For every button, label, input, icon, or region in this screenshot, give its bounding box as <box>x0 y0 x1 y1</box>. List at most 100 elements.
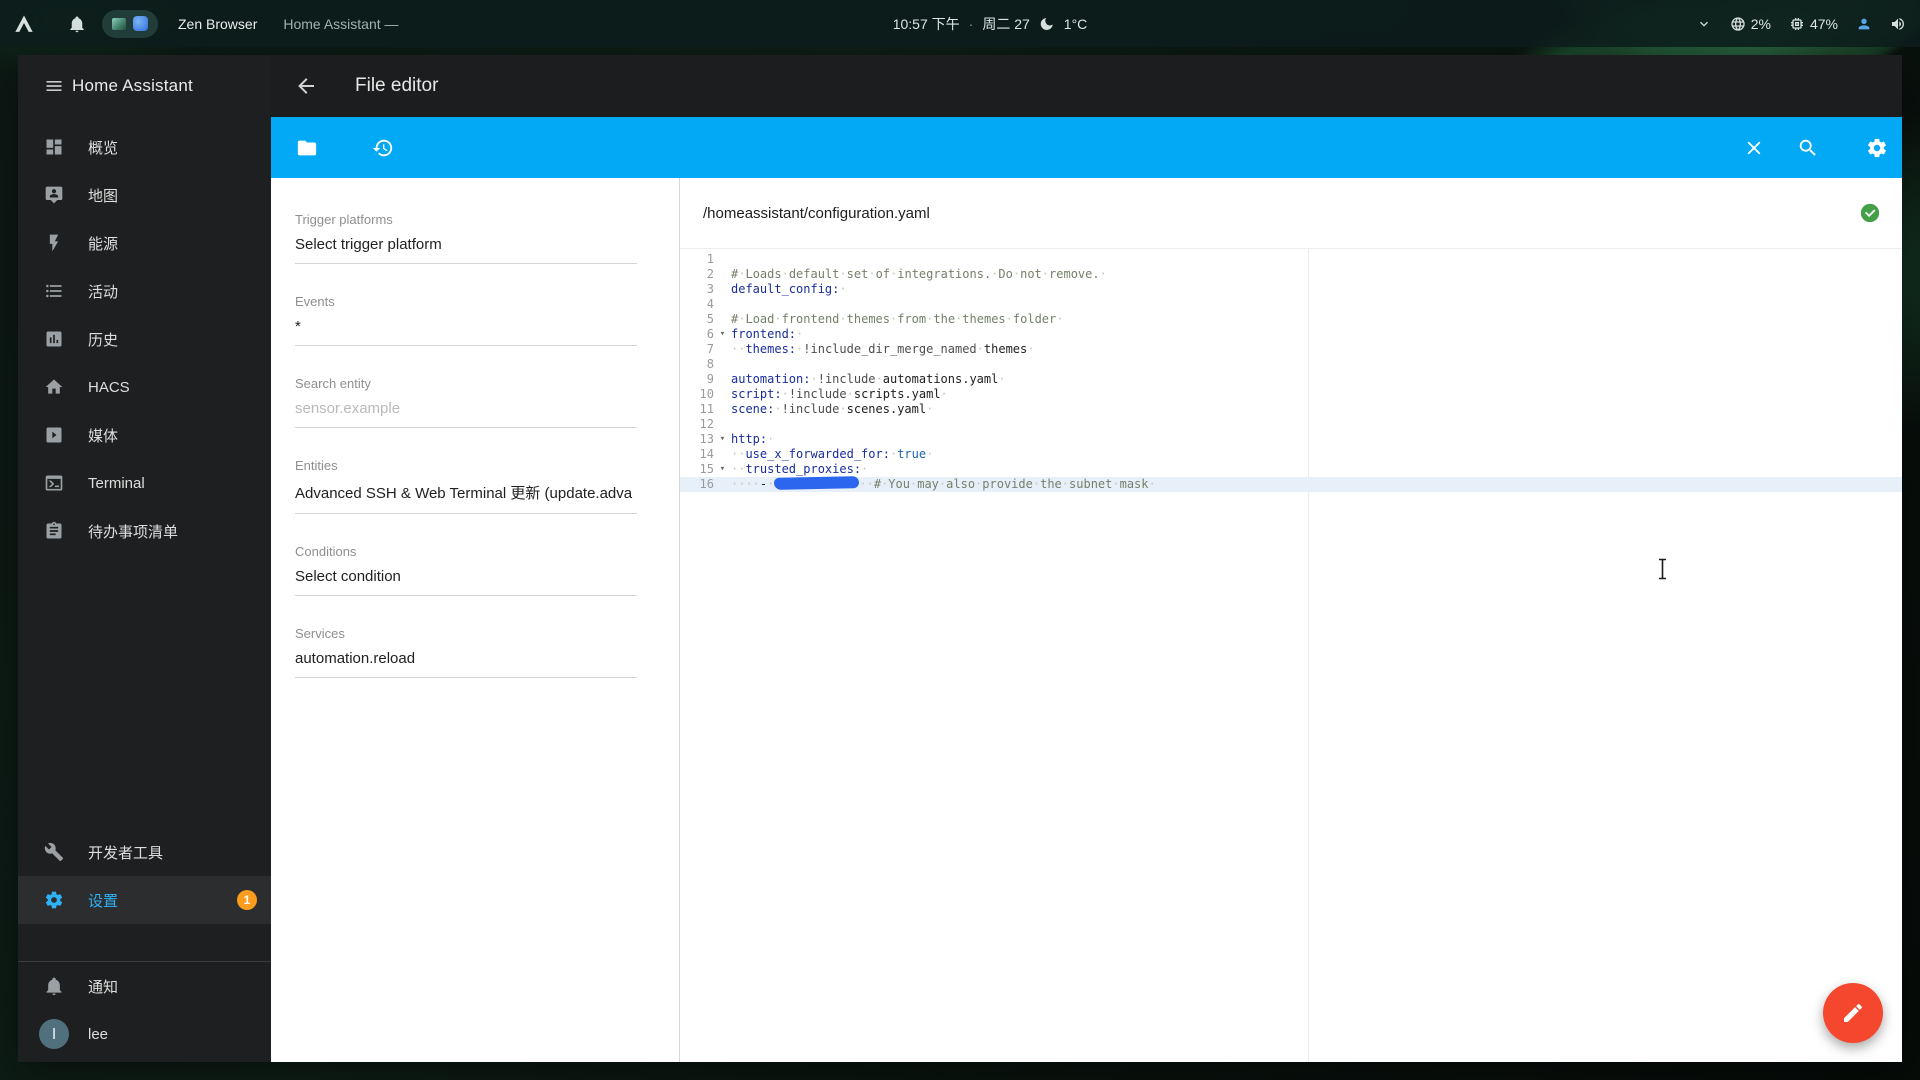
folder-browse-icon[interactable] <box>296 137 318 159</box>
code-line-7[interactable]: 7 ··themes:·!include_dir_merge_named·them… <box>680 342 1902 357</box>
code-line-11[interactable]: 11 scene:·!include·scenes.yaml· <box>680 402 1902 417</box>
sidebar-item-notifications[interactable]: 通知 <box>18 962 271 1010</box>
whitespace-dot: · <box>940 387 948 401</box>
conditions-label: Conditions <box>295 544 357 559</box>
events-label: Events <box>295 294 335 309</box>
code-line-3[interactable]: 3 default_config:· <box>680 282 1902 297</box>
fold-gutter <box>714 312 731 327</box>
code-text: #·Load·frontend·themes·from·the·themes·f… <box>731 312 1064 326</box>
code-text: ··use_x_forwarded_for:·true· <box>731 447 934 461</box>
sidebar-item-label: 活动 <box>88 283 119 301</box>
fold-gutter <box>714 342 731 357</box>
page-title: File editor <box>355 75 439 96</box>
whitespace-dot: · <box>781 267 789 281</box>
code-line-2[interactable]: 2 #·Loads·default·set·of·integrations.·Do… <box>680 267 1902 282</box>
redaction-scribble <box>774 476 860 490</box>
line-number: 2 <box>706 267 714 281</box>
sidebar-item-map[interactable]: 地图 <box>18 171 271 219</box>
edit-fab-button[interactable] <box>1823 983 1883 1043</box>
code-line-15[interactable]: 15 ▾ ··trusted_proxies:· <box>680 462 1902 477</box>
clock-widget[interactable]: 10:57 下午 · 周二 27 1°C <box>893 14 1088 34</box>
search-icon[interactable] <box>1797 137 1819 159</box>
whitespace-dot: · <box>1032 477 1041 491</box>
profile-name: lee <box>88 1025 109 1043</box>
sidebar-item-label: 历史 <box>88 331 119 349</box>
play-box-icon <box>44 425 64 445</box>
sidebar-item-media[interactable]: 媒体 <box>18 411 271 459</box>
clock-time: 10:57 下午 <box>892 15 960 32</box>
sidebar-item-settings[interactable]: 设置 1 <box>18 876 271 924</box>
code-line-5[interactable]: 5 #·Load·frontend·themes·from·the·themes·… <box>680 312 1902 327</box>
whitespace-dot: ·· <box>731 447 746 461</box>
fold-arrow-icon[interactable]: ▾ <box>714 327 731 342</box>
conditions-select[interactable]: Select condition▼ <box>295 568 637 596</box>
services-select[interactable]: automation.reload▼ <box>295 650 637 678</box>
code-line-12[interactable]: 12 <box>680 417 1902 432</box>
code-line-14[interactable]: 14 ··use_x_forwarded_for:·true· <box>680 447 1902 462</box>
sidebar-item-energy[interactable]: 能源 <box>18 219 271 267</box>
user-tray-icon[interactable] <box>1856 16 1872 32</box>
form-fields: Trigger platforms Select trigger platform… <box>295 212 637 678</box>
sidebar-item-label: 待办事项清单 <box>88 523 179 541</box>
sidebar-item-history[interactable]: 历史 <box>18 315 271 363</box>
sidebar-item-terminal[interactable]: Terminal <box>18 459 271 507</box>
tray-expand-chevron-icon[interactable] <box>1696 16 1712 32</box>
back-arrow-icon[interactable] <box>294 74 318 98</box>
sidebar-toggle-icon[interactable] <box>44 76 64 96</box>
code-editor[interactable]: 1 2 #·Loads·default·set·of·integrations.·D… <box>680 249 1902 1062</box>
whitespace-dot: · <box>955 312 963 326</box>
code-line-10[interactable]: 10 script:·!include·scripts.yaml· <box>680 387 1902 402</box>
code-line-1[interactable]: 1 <box>680 252 1902 267</box>
fold-arrow-icon[interactable]: ▾ <box>714 462 731 477</box>
fold-gutter <box>714 402 731 417</box>
whitespace-dot: ·· <box>731 342 746 356</box>
search-entity-input[interactable]: sensor.example <box>295 400 637 428</box>
editor-settings-icon[interactable] <box>1866 137 1888 159</box>
code-line-13[interactable]: 13 ▾ http:· <box>680 432 1902 447</box>
tray-bell-icon[interactable] <box>68 15 86 33</box>
active-app-name[interactable]: Zen Browser <box>178 16 257 32</box>
whitespace-dot: · <box>890 267 898 281</box>
code-line-4[interactable]: 4 <box>680 297 1902 312</box>
sidebar-item-logbook[interactable]: 活动 <box>18 267 271 315</box>
workspace-pill[interactable] <box>102 9 158 38</box>
pencil-icon <box>1841 1001 1865 1025</box>
entities-select[interactable]: Advanced SSH & Web Terminal 更新 (update.a… <box>295 482 637 514</box>
chart-box-icon <box>44 329 64 349</box>
whitespace-dot: · <box>1148 477 1156 491</box>
sidebar-item-todo[interactable]: 待办事项清单 <box>18 507 271 555</box>
sidebar-item-label: 能源 <box>88 235 119 253</box>
whitespace-dot: · <box>1061 477 1070 491</box>
sidebar-item-label: 地图 <box>88 187 119 205</box>
sidebar-item-developer-tools[interactable]: 开发者工具 <box>18 828 271 876</box>
cpu-indicator[interactable]: 2% <box>1730 16 1771 32</box>
line-number: 7 <box>706 342 714 356</box>
search-entity-label: Search entity <box>295 376 371 391</box>
sidebar-item-hacs[interactable]: HACS <box>18 363 271 411</box>
code-line-16[interactable]: 16 ····-· ··#·You·may·also·provide·the·sub… <box>680 476 1902 492</box>
fold-arrow-icon[interactable]: ▾ <box>714 432 731 447</box>
close-file-icon[interactable] <box>1743 137 1765 159</box>
whitespace-dot: · <box>1005 312 1013 326</box>
code-line-8[interactable]: 8 <box>680 357 1902 372</box>
events-select[interactable]: *▼ <box>295 318 637 346</box>
whitespace-dot: · <box>810 372 818 386</box>
sidebar-item-overview[interactable]: 概览 <box>18 123 271 171</box>
whitespace-dot: · <box>875 372 883 386</box>
code-line-9[interactable]: 9 automation:·!include·automations.yaml· <box>680 372 1902 387</box>
sidebar-header: Home Assistant <box>18 55 271 117</box>
notification-badge: 1 <box>237 890 257 910</box>
fold-gutter <box>714 417 731 432</box>
whitespace-dot: · <box>991 267 999 281</box>
history-icon[interactable] <box>372 137 394 159</box>
notifications-label: 通知 <box>88 978 119 996</box>
volume-icon[interactable] <box>1890 16 1906 32</box>
distro-logo-icon[interactable] <box>14 14 34 34</box>
trigger-platforms-select[interactable]: Select trigger platform▼ <box>295 236 637 264</box>
whitespace-dot: · <box>998 372 1006 386</box>
sidebar-item-profile[interactable]: l lee <box>18 1010 271 1058</box>
line-number: 12 <box>699 417 714 431</box>
code-line-6[interactable]: 6 ▾ frontend:· <box>680 327 1902 342</box>
memory-indicator[interactable]: 47% <box>1789 16 1838 32</box>
